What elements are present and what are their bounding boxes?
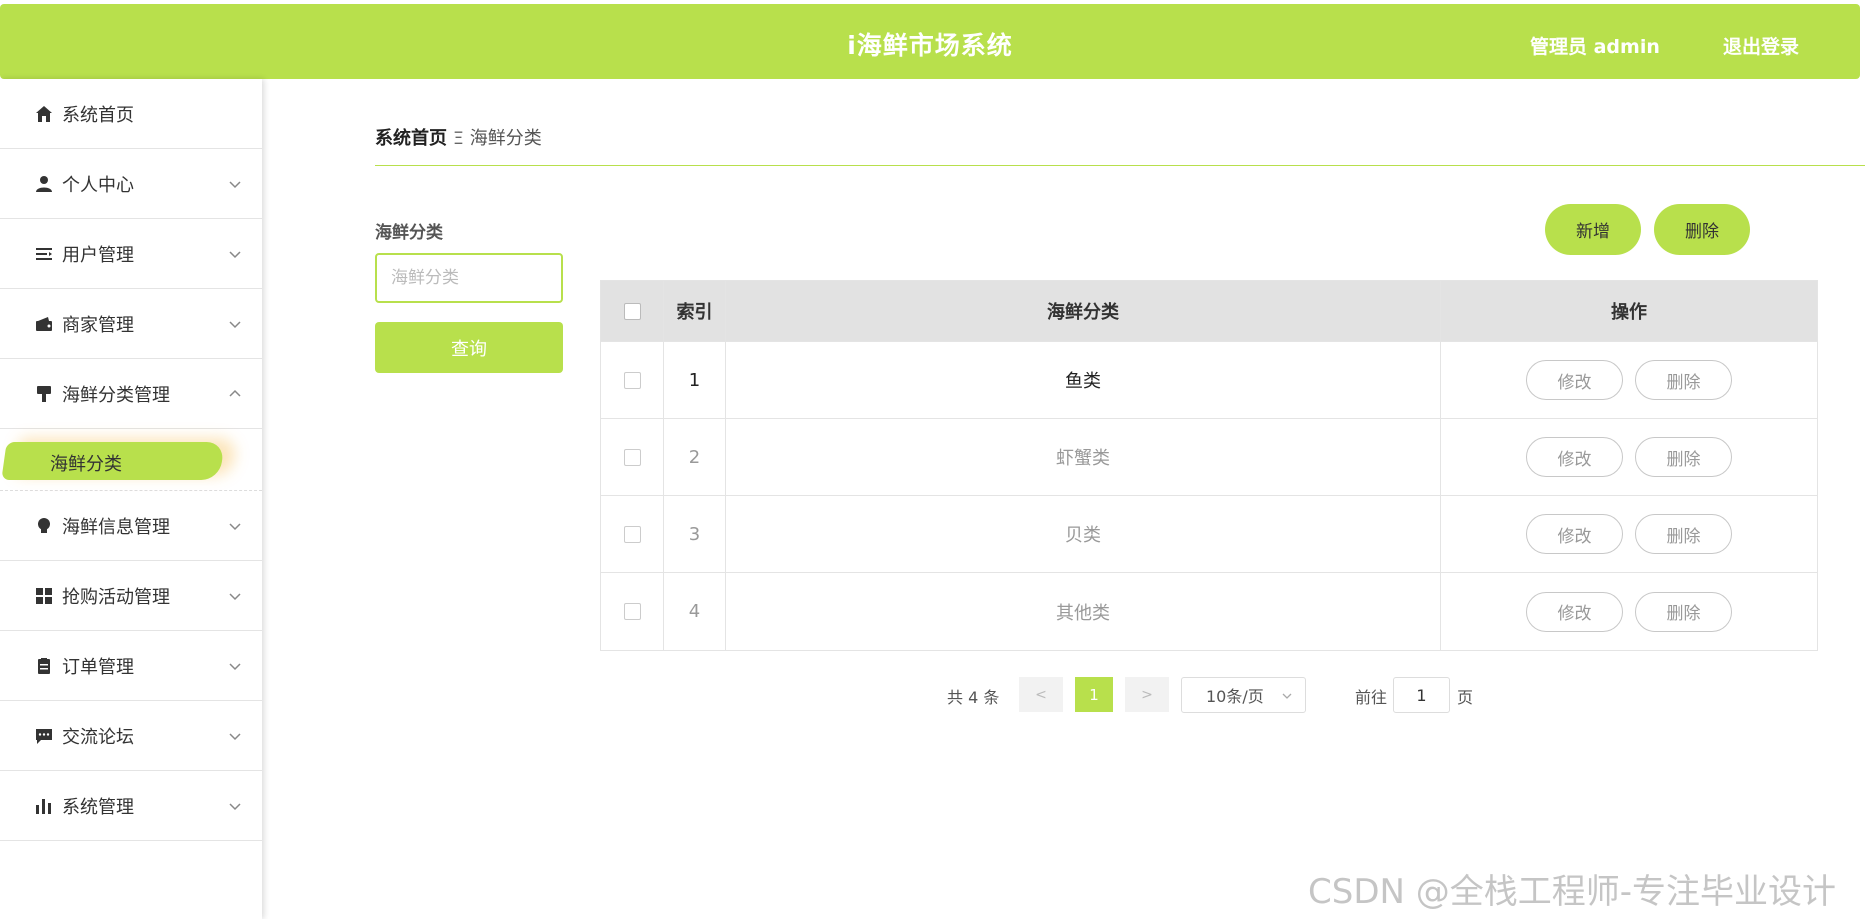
row-index: 4 — [664, 573, 726, 650]
sidebar-item-label: 用户管理 — [62, 244, 134, 266]
page-button-current[interactable]: 1 — [1075, 677, 1113, 712]
column-header-actions: 操作 — [1611, 302, 1647, 323]
next-page-button[interactable]: > — [1125, 677, 1169, 712]
sidebar-item-system[interactable]: 系统管理 — [0, 771, 262, 841]
row-checkbox[interactable] — [623, 525, 641, 543]
chevron-down-icon — [229, 523, 241, 531]
sidebar-item-label: 海鲜信息管理 — [62, 516, 170, 538]
sidebar-item-merchants[interactable]: 商家管理 — [0, 289, 262, 359]
sidebar-item-label: 订单管理 — [62, 656, 134, 678]
top-bar: i海鲜市场系统 管理员 admin 退出登录 — [0, 4, 1860, 79]
sidebar-item-label: 交流论坛 — [62, 726, 134, 748]
submenu-category: 海鲜分类 — [0, 429, 262, 491]
bar-chart-icon — [34, 796, 54, 816]
table-row: 2 虾蟹类 修改 删除 — [601, 419, 1817, 496]
row-checkbox[interactable] — [623, 603, 641, 620]
sidebar-item-forum[interactable]: 交流论坛 — [0, 701, 262, 771]
edit-button[interactable]: 修改 — [1526, 437, 1623, 477]
query-button[interactable]: 查询 — [375, 322, 563, 373]
chevron-down-icon — [229, 593, 241, 601]
chat-icon — [34, 726, 54, 746]
wallet-icon — [34, 314, 54, 334]
sidebar-item-flash-sale[interactable]: 抢购活动管理 — [0, 561, 262, 631]
bulb-icon — [34, 516, 54, 536]
goto-label: 前往 — [1355, 688, 1388, 707]
row-index: 3 — [664, 496, 726, 572]
table-header: 索引 海鲜分类 操作 — [601, 281, 1817, 342]
page-size-select[interactable]: 10条/页 — [1181, 677, 1306, 713]
home-icon — [34, 104, 54, 124]
brush-icon — [34, 384, 54, 404]
chevron-down-icon — [229, 663, 241, 671]
watermark: CSDN @全栈工程师-专注毕业设计 — [1308, 872, 1837, 912]
row-category: 其他类 — [726, 573, 1441, 650]
breadcrumb-current: 海鲜分类 — [469, 128, 542, 149]
clipboard-icon — [34, 656, 54, 676]
delete-button[interactable]: 删除 — [1635, 591, 1732, 632]
row-category: 虾蟹类 — [726, 419, 1441, 495]
logout-button[interactable]: 退出登录 — [1723, 32, 1799, 59]
breadcrumb-divider — [375, 165, 1865, 166]
chevron-down-icon — [229, 321, 241, 329]
sidebar-item-label: 系统管理 — [62, 796, 134, 818]
edit-button[interactable]: 修改 — [1526, 591, 1623, 632]
filter-label: 海鲜分类 — [375, 223, 443, 243]
sidebar-item-profile[interactable]: 个人中心 — [0, 149, 262, 219]
table-row: 4 其他类 修改 删除 — [601, 573, 1817, 650]
prev-page-button[interactable]: < — [1019, 677, 1063, 712]
row-category: 贝类 — [726, 496, 1441, 572]
row-checkbox[interactable] — [623, 371, 641, 389]
sidebar-item-label: 海鲜分类管理 — [62, 384, 170, 406]
chevron-down-icon — [229, 181, 241, 189]
submenu-item-label[interactable]: 海鲜分类 — [50, 450, 122, 476]
chevron-up-icon — [229, 389, 241, 397]
row-checkbox[interactable] — [623, 448, 641, 466]
delete-button[interactable]: 删除 — [1635, 437, 1732, 477]
sidebar-item-category-mgmt[interactable]: 海鲜分类管理 — [0, 359, 262, 429]
sidebar-item-label: 抢购活动管理 — [62, 586, 170, 608]
page-size-value: 10条/页 — [1206, 687, 1264, 706]
user-icon — [34, 174, 54, 194]
sidebar: 系统首页 个人中心 用户管理 商家管理 海鲜分类管理 海鲜分类 海鲜信息管理 抢… — [0, 79, 262, 919]
delete-button[interactable]: 删除 — [1635, 360, 1732, 400]
sidebar-item-seafood-info[interactable]: 海鲜信息管理 — [0, 491, 262, 561]
add-button[interactable]: 新增 — [1545, 204, 1641, 255]
goto-page-input[interactable] — [1393, 677, 1450, 713]
table-row: 3 贝类 修改 删除 — [601, 496, 1817, 573]
row-index: 2 — [664, 419, 726, 495]
breadcrumb-home[interactable]: 系统首页 — [375, 128, 447, 149]
edit-button[interactable]: 修改 — [1526, 360, 1623, 400]
sidebar-item-label: 个人中心 — [62, 174, 134, 196]
row-index: 1 — [664, 342, 726, 418]
breadcrumb: 系统首页 Ξ 海鲜分类 — [375, 124, 542, 150]
select-all-checkbox[interactable] — [623, 302, 641, 320]
column-header-category: 海鲜分类 — [726, 281, 1441, 341]
list-icon — [34, 244, 54, 264]
edit-button[interactable]: 修改 — [1526, 514, 1623, 554]
chevron-down-icon — [1282, 693, 1292, 699]
category-table: 索引 海鲜分类 操作 1 鱼类 修改 删除 2 虾蟹类 修改 删除 3 贝类 修… — [600, 280, 1818, 651]
pagination-total: 共 4 条 — [947, 688, 1000, 707]
sidebar-item-home[interactable]: 系统首页 — [0, 79, 262, 149]
sidebar-item-users[interactable]: 用户管理 — [0, 219, 262, 289]
row-category: 鱼类 — [726, 342, 1441, 418]
category-search-input[interactable] — [375, 253, 563, 303]
bulk-delete-button[interactable]: 删除 — [1654, 204, 1750, 255]
chevron-down-icon — [229, 251, 241, 259]
chevron-down-icon — [229, 733, 241, 741]
sidebar-item-label: 商家管理 — [62, 314, 134, 336]
grid-icon — [34, 586, 54, 606]
chevron-down-icon — [229, 803, 241, 811]
sidebar-item-label: 系统首页 — [62, 104, 134, 126]
sidebar-item-orders[interactable]: 订单管理 — [0, 631, 262, 701]
breadcrumb-separator: Ξ — [453, 129, 464, 149]
column-header-index: 索引 — [664, 281, 726, 341]
current-user: 管理员 admin — [1530, 36, 1660, 58]
table-row: 1 鱼类 修改 删除 — [601, 342, 1817, 419]
goto-unit: 页 — [1457, 688, 1474, 707]
delete-button[interactable]: 删除 — [1635, 514, 1732, 554]
